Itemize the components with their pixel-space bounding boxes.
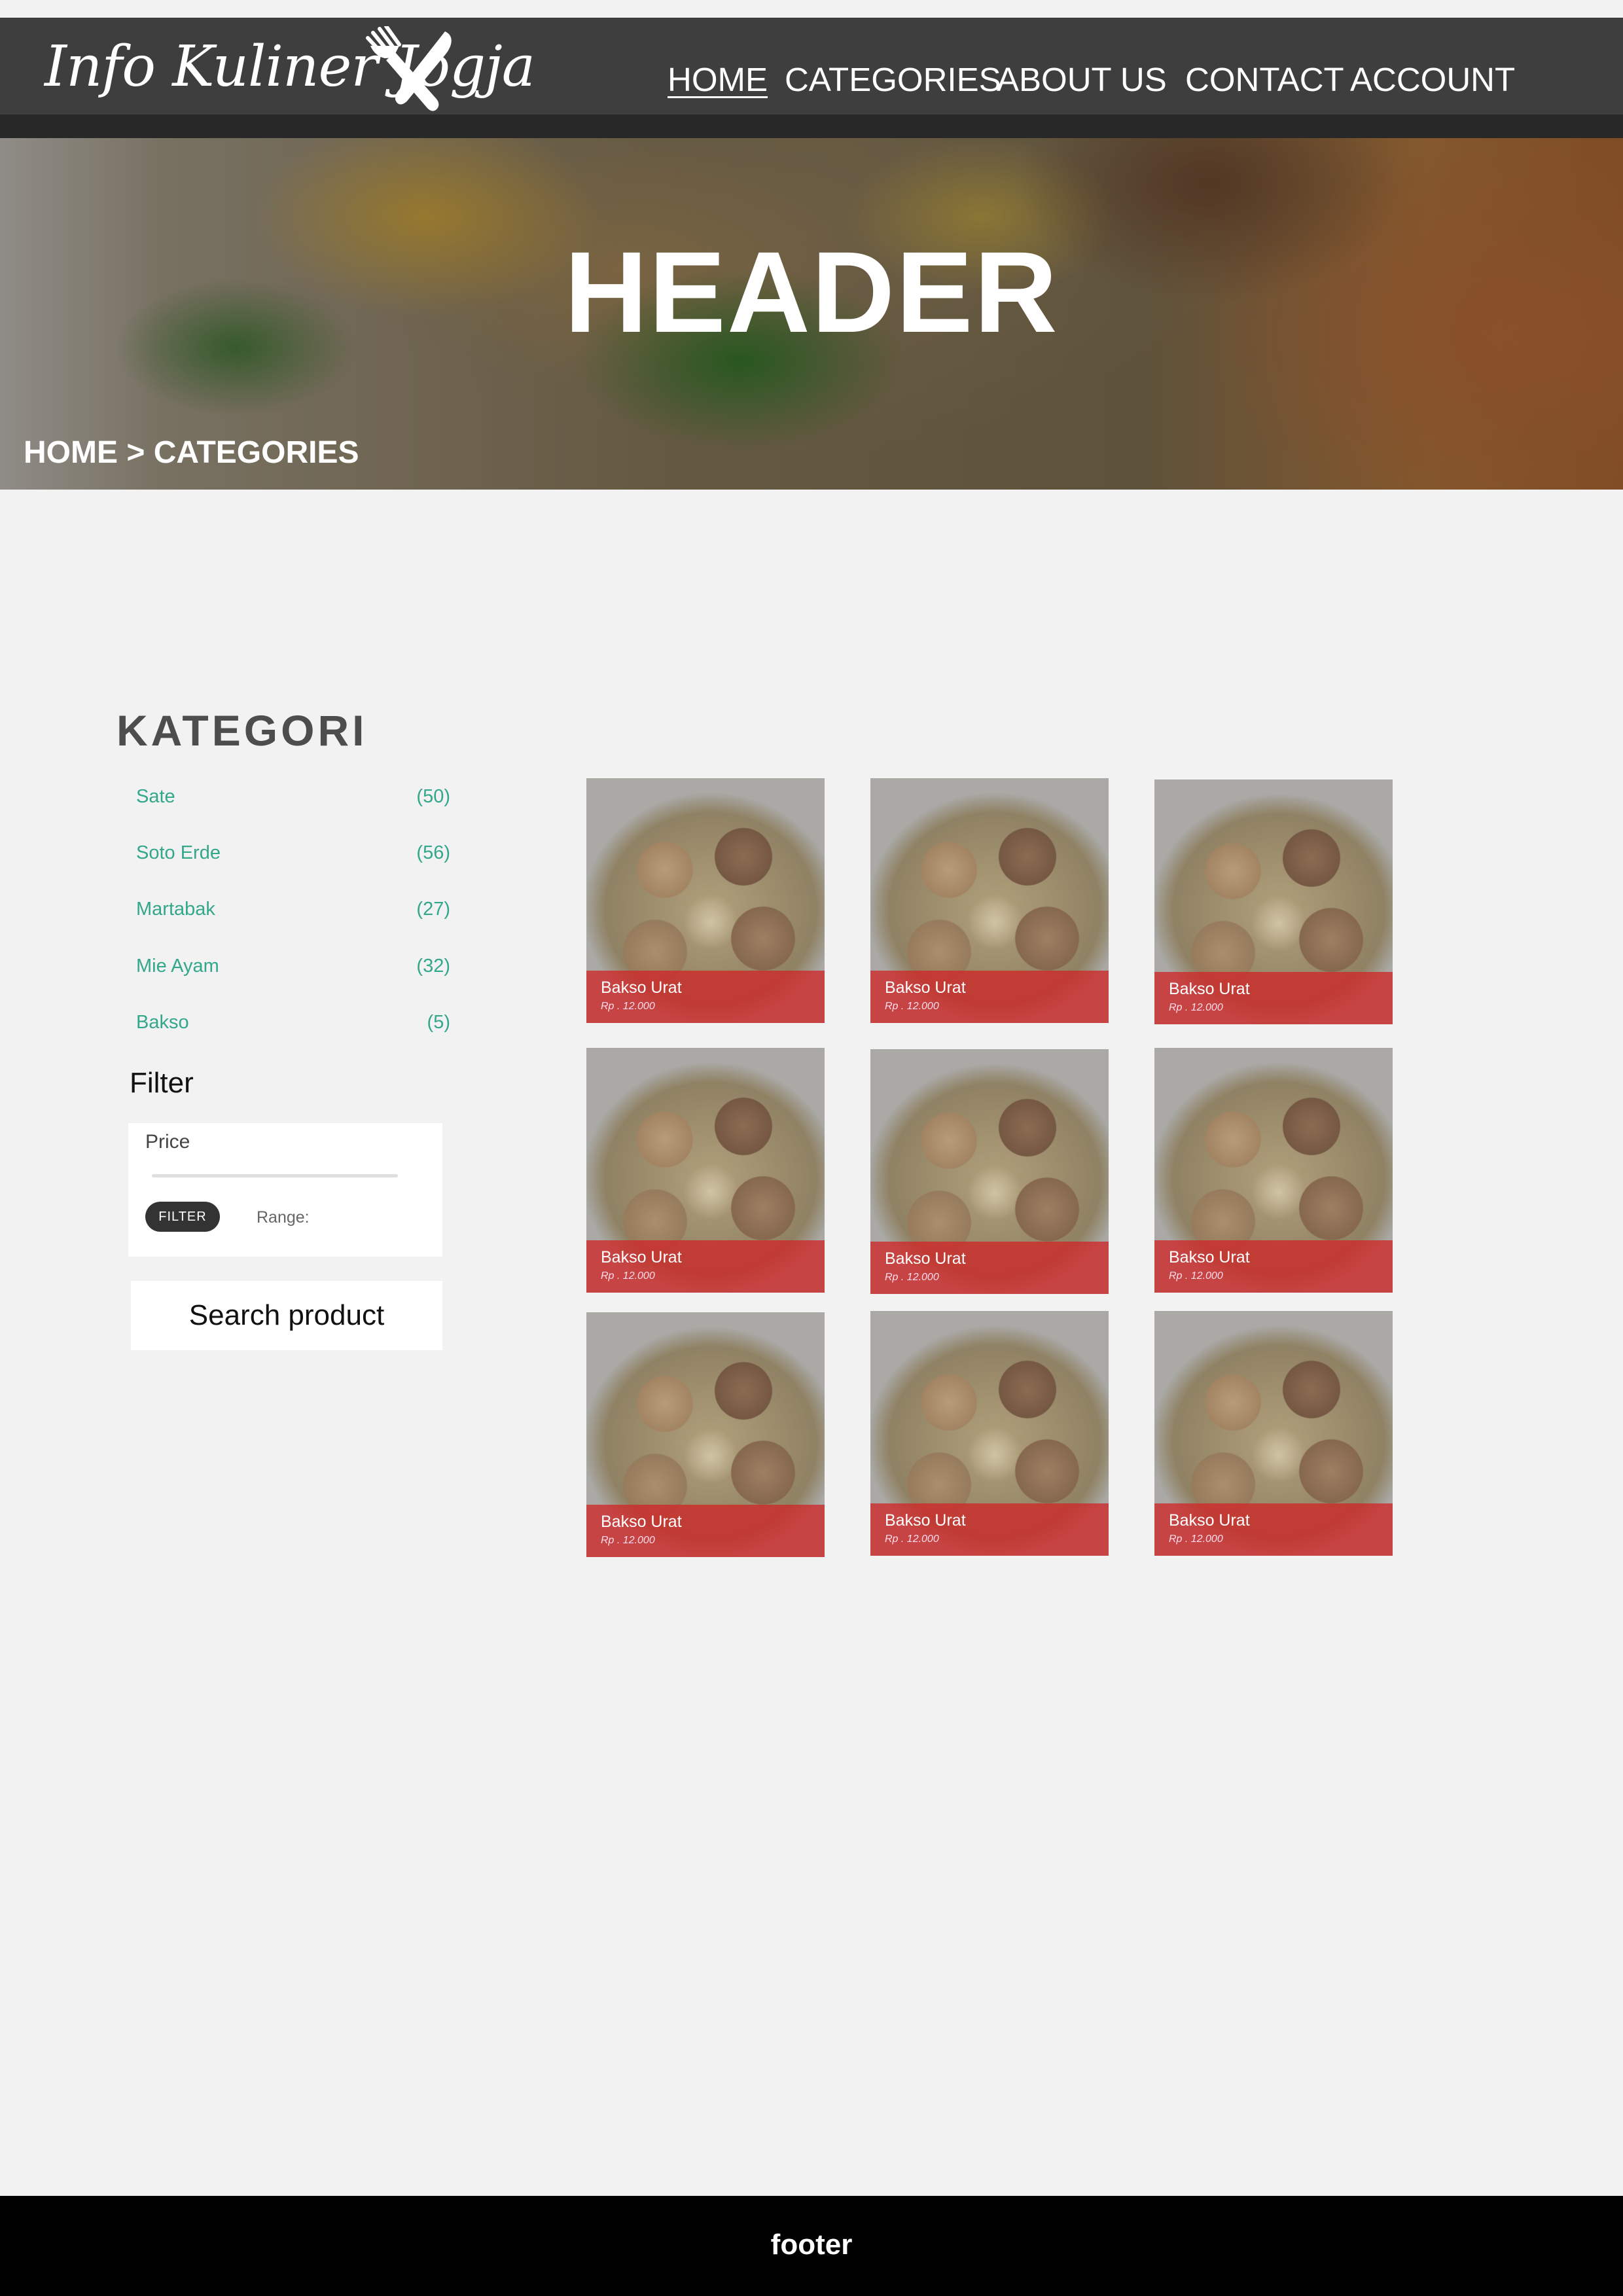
category-count: (27) (416, 899, 450, 920)
product-caption: Bakso Urat Rp . 12.000 (586, 1240, 825, 1293)
nav-account[interactable]: ACCOUNT (1350, 60, 1515, 99)
product-price: Rp . 12.000 (1169, 1270, 1223, 1282)
price-range-slider[interactable] (152, 1174, 398, 1177)
product-name: Bakso Urat (1169, 1248, 1250, 1266)
category-name[interactable]: Martabak (136, 899, 215, 920)
nav-about-us[interactable]: ABOUT US (997, 60, 1167, 99)
category-item-martabak[interactable]: Martabak (27) (136, 899, 450, 925)
product-card[interactable]: Bakso Urat Rp . 12.000 (586, 1048, 825, 1293)
product-price: Rp . 12.000 (885, 1272, 939, 1283)
price-filter-panel: Price FILTER Range: (128, 1123, 442, 1257)
category-count: (50) (416, 786, 450, 807)
category-item-sate[interactable]: Sate (50) (136, 786, 450, 812)
product-name: Bakso Urat (601, 1248, 682, 1266)
product-caption: Bakso Urat Rp . 12.000 (1154, 972, 1393, 1024)
category-name[interactable]: Soto Erde (136, 842, 221, 864)
product-price: Rp . 12.000 (601, 1001, 655, 1012)
product-name: Bakso Urat (601, 978, 682, 997)
product-price: Rp . 12.000 (885, 1001, 939, 1012)
product-caption: Bakso Urat Rp . 12.000 (586, 971, 825, 1023)
site-logo-text[interactable]: Info Kuliner Jogja (45, 34, 535, 99)
filter-heading: Filter (130, 1067, 194, 1099)
filter-button[interactable]: FILTER (145, 1202, 220, 1232)
category-name[interactable]: Sate (136, 786, 175, 808)
page-footer: footer (0, 2196, 1623, 2296)
product-name: Bakso Urat (885, 1249, 966, 1268)
product-caption: Bakso Urat Rp . 12.000 (870, 1503, 1109, 1556)
product-card[interactable]: Bakso Urat Rp . 12.000 (586, 778, 825, 1023)
product-card[interactable]: Bakso Urat Rp . 12.000 (870, 778, 1109, 1023)
fork-knife-icon (366, 26, 452, 111)
product-name: Bakso Urat (601, 1513, 682, 1531)
product-caption: Bakso Urat Rp . 12.000 (870, 1242, 1109, 1294)
product-name: Bakso Urat (885, 978, 966, 997)
nav-categories[interactable]: CATEGORIES (785, 60, 1001, 99)
category-count: (5) (427, 1012, 450, 1033)
nav-home[interactable]: HOME (668, 60, 768, 99)
category-count: (56) (416, 842, 450, 863)
footer-text: footer (770, 2229, 853, 2261)
product-caption: Bakso Urat Rp . 12.000 (1154, 1503, 1393, 1556)
product-caption: Bakso Urat Rp . 12.000 (1154, 1240, 1393, 1293)
category-item-bakso[interactable]: Bakso (5) (136, 1012, 450, 1038)
product-name: Bakso Urat (885, 1511, 966, 1530)
product-name: Bakso Urat (1169, 1511, 1250, 1530)
product-price: Rp . 12.000 (1169, 1534, 1223, 1545)
product-name: Bakso Urat (1169, 980, 1250, 998)
search-product-button[interactable]: Search product (131, 1281, 442, 1350)
product-card[interactable]: Bakso Urat Rp . 12.000 (586, 1312, 825, 1557)
hero-banner: HEADER HOME > CATEGORIES (0, 138, 1623, 490)
breadcrumb[interactable]: HOME > CATEGORIES (24, 435, 359, 471)
product-caption: Bakso Urat Rp . 12.000 (870, 971, 1109, 1023)
nav-shadow (0, 115, 1623, 138)
product-price: Rp . 12.000 (601, 1535, 655, 1546)
product-card[interactable]: Bakso Urat Rp . 12.000 (1154, 1311, 1393, 1556)
product-price: Rp . 12.000 (885, 1534, 939, 1545)
product-card[interactable]: Bakso Urat Rp . 12.000 (870, 1049, 1109, 1294)
product-caption: Bakso Urat Rp . 12.000 (586, 1505, 825, 1557)
product-price: Rp . 12.000 (1169, 1002, 1223, 1013)
product-card[interactable]: Bakso Urat Rp . 12.000 (1154, 1048, 1393, 1293)
category-count: (32) (416, 956, 450, 977)
category-name[interactable]: Bakso (136, 1012, 189, 1033)
product-card[interactable]: Bakso Urat Rp . 12.000 (1154, 780, 1393, 1024)
category-item-mie-ayam[interactable]: Mie Ayam (32) (136, 956, 450, 982)
product-card[interactable]: Bakso Urat Rp . 12.000 (870, 1311, 1109, 1556)
range-label: Range: (257, 1208, 310, 1227)
category-name[interactable]: Mie Ayam (136, 956, 219, 977)
category-item-soto-erde[interactable]: Soto Erde (56) (136, 842, 450, 869)
hero-title: HEADER (564, 228, 1059, 357)
nav-contact[interactable]: CONTACT (1185, 60, 1344, 99)
category-heading: KATEGORI (116, 706, 368, 755)
price-label: Price (145, 1131, 190, 1153)
product-price: Rp . 12.000 (601, 1270, 655, 1282)
